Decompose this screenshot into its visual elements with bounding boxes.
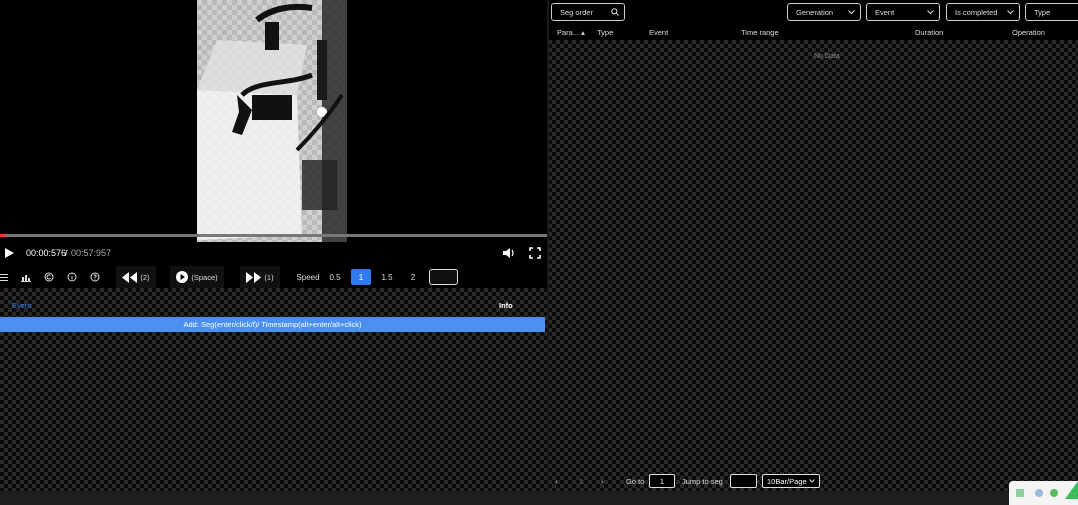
prev-page-icon[interactable]: ‹ [555,473,558,490]
time-separator: / [65,248,68,258]
chevron-down-icon [848,9,855,14]
fullscreen-icon[interactable] [529,242,541,264]
player-toolbar: (2) (Space) (1) Speed 0.5 1 1.5 2 [0,266,547,288]
sort-icon[interactable]: ▴ [579,28,585,37]
rewind-shortcut: (2) [140,272,150,282]
rewind-icon [122,271,138,283]
widget-icons [1016,481,1078,499]
total-time: 00:57:957 [71,248,112,258]
robot-arm-scene [197,0,347,242]
play-shortcut: (Space) [191,272,218,282]
video-player[interactable]: 00:00:576 / 00:57:957 [0,0,547,267]
progress-bar[interactable] [0,234,547,237]
video-frame [197,0,347,242]
generation-label: Generation [796,7,834,17]
pagination: ‹ 1 › Go to 1 Jump to seg 10Bar/Page [551,473,1078,491]
forward-shortcut: (1) [264,272,274,282]
video-controls: 00:00:576 / 00:57:957 [0,242,547,266]
panel-divider[interactable] [547,0,549,505]
type-filter-label: Type [1034,7,1051,17]
is-completed-label: Is completed [955,7,998,17]
progress-fill [0,234,6,237]
type-select[interactable]: Type [1025,3,1078,21]
floating-widget[interactable] [1009,481,1078,505]
empty-state-text: No Data [814,53,840,60]
speed-label: Speed [296,272,320,282]
next-page-icon[interactable]: › [601,473,604,490]
col-para[interactable]: Para... ▴ [557,28,585,37]
page-size-select[interactable]: 10Bar/Page [762,474,820,488]
goto-input[interactable]: 1 [649,474,675,488]
page-number[interactable]: 1 [579,473,583,490]
rewind-button[interactable]: (2) [116,266,156,288]
event-column-header[interactable]: Event [12,301,31,310]
seg-order-search[interactable]: Seg order [551,3,625,21]
search-icon [611,8,619,16]
chevron-down-icon [927,9,934,14]
speed-option-1-5[interactable]: 1.5 [377,269,397,285]
help-icon[interactable] [89,266,101,288]
play-pause-button[interactable]: (Space) [170,266,224,288]
play-circle-icon [176,271,189,283]
forward-button[interactable]: (1) [240,266,280,288]
col-time-range: Time range [741,28,779,37]
goto-label: Go to [626,477,645,486]
page-size-label: 10Bar/Page [767,476,807,486]
col-type: Type [597,28,614,37]
chart-icon[interactable] [20,266,32,288]
volume-icon[interactable] [502,242,516,264]
chevron-down-icon [809,479,815,483]
play-icon[interactable] [3,242,15,264]
col-event: Event [649,28,669,37]
is-completed-select[interactable]: Is completed [946,3,1020,21]
col-duration: Duration [915,28,944,37]
info-column-header: Info [499,301,513,310]
custom-speed-input[interactable] [429,269,458,285]
bottom-strip [0,491,1078,505]
speed-option-0-5[interactable]: 0.5 [325,269,345,285]
speed-option-1[interactable]: 1 [351,269,371,285]
col-operation: Operation [1012,28,1045,37]
generation-select[interactable]: Generation [787,3,861,21]
segment-table-header: Para... ▴ Type Event Time range Duration… [549,24,1078,40]
event-select[interactable]: Event [866,3,940,21]
seg-order-label: Seg order [560,7,593,17]
chevron-down-icon [1007,9,1014,14]
jump-to-seg-input[interactable] [730,474,757,488]
jump-to-seg-label: Jump to seg [682,477,723,486]
copyright-icon[interactable] [43,266,55,288]
current-time: 00:00:576 [26,248,67,258]
forward-icon [246,271,262,283]
info-icon[interactable] [66,266,78,288]
add-event-row[interactable]: Add: Seg(enter/click/f)/ Timestamp(alt+e… [0,317,545,332]
list-icon[interactable] [0,266,8,288]
event-filter-label: Event [875,7,895,17]
speed-option-2[interactable]: 2 [403,269,423,285]
